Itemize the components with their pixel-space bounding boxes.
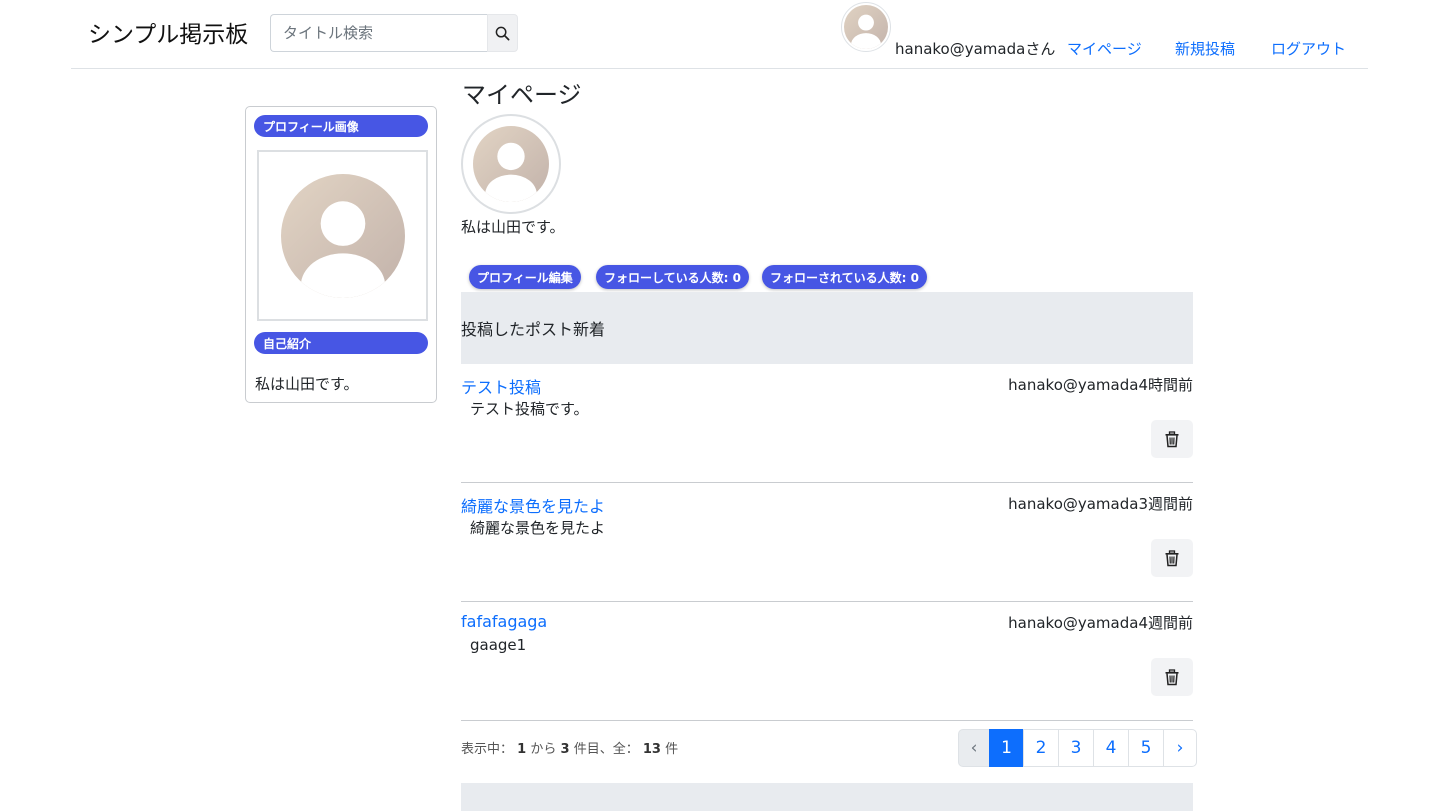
following-count-button[interactable]: フォローしている人数: 0 xyxy=(596,265,749,289)
post-body: gaage1 xyxy=(470,636,527,654)
search-input[interactable] xyxy=(270,14,488,52)
pagination-page-3[interactable]: 3 xyxy=(1058,729,1094,767)
summary-total: 13 xyxy=(642,742,661,757)
summary-from: 1 xyxy=(517,742,527,757)
pagination-summary: 表示中： 1 から 3 件目、全： 13 件 xyxy=(461,738,678,757)
edit-profile-button[interactable]: プロフィール編集 xyxy=(469,265,581,289)
pagination-page-1[interactable]: 1 xyxy=(989,729,1024,767)
profile-bio: 私は山田です。 xyxy=(461,218,565,236)
bio-label: 自己紹介 xyxy=(254,332,428,354)
search-icon xyxy=(495,26,510,40)
nav-new-post-link[interactable]: 新規投稿 xyxy=(1175,38,1235,59)
profile-avatar xyxy=(461,114,561,214)
post-title-link[interactable]: 綺麗な景色を見たよ xyxy=(461,493,605,517)
trash-icon xyxy=(1165,668,1179,685)
footer-band xyxy=(461,783,1193,811)
post-item: テスト投稿 hanako@yamada4時間前 テスト投稿です。 xyxy=(461,364,1193,483)
pagination-page-2[interactable]: 2 xyxy=(1023,729,1059,767)
followers-count-button[interactable]: フォローされている人数: 0 xyxy=(762,265,927,289)
pagination: ‹ 1 2 3 4 5 › xyxy=(958,729,1197,767)
delete-post-button[interactable] xyxy=(1151,658,1193,696)
username-label: hanako@yamadaさん xyxy=(895,40,1056,58)
post-meta: hanako@yamada3週間前 xyxy=(1008,495,1193,513)
header-avatar[interactable] xyxy=(841,2,891,52)
post-meta: hanako@yamada4時間前 xyxy=(1008,376,1193,394)
summary-total-suffix: 件 xyxy=(665,742,679,757)
pagination-next-button[interactable]: › xyxy=(1163,729,1197,767)
post-item: 綺麗な景色を見たよ hanako@yamada3週間前 綺麗な景色を見たよ xyxy=(461,483,1193,602)
post-meta: hanako@yamada4週間前 xyxy=(1008,614,1193,632)
post-title-link[interactable]: fafafagaga xyxy=(461,612,547,631)
delete-post-button[interactable] xyxy=(1151,539,1193,577)
header: シンプル掲示板 hanako@yamadaさん マ xyxy=(71,0,1368,69)
profile-card: プロフィール画像 自己紹介 私は山田です。 xyxy=(245,106,437,403)
post-body: テスト投稿です。 xyxy=(470,400,589,418)
summary-to: 3 xyxy=(560,742,570,757)
sidebar-bio: 私は山田です。 xyxy=(255,375,359,393)
post-item: fafafagaga hanako@yamada4週間前 gaage1 xyxy=(461,602,1193,721)
user-avatar-icon xyxy=(473,126,549,202)
trash-icon xyxy=(1165,549,1179,566)
user-avatar-icon xyxy=(844,5,888,49)
search-form xyxy=(270,14,518,52)
trash-icon xyxy=(1165,430,1179,447)
user-avatar-icon xyxy=(280,173,405,298)
nav-mypage-link[interactable]: マイページ xyxy=(1067,38,1142,59)
post-title-link[interactable]: テスト投稿 xyxy=(461,374,541,398)
profile-image-label: プロフィール画像 xyxy=(254,115,428,137)
post-body: 綺麗な景色を見たよ xyxy=(470,519,606,537)
profile-image xyxy=(257,150,428,321)
summary-to-suffix: 件目、全： xyxy=(573,742,639,757)
recent-posts-header: 投稿したポスト新着 xyxy=(461,292,1193,364)
pagination-page-4[interactable]: 4 xyxy=(1093,729,1129,767)
summary-prefix: 表示中： xyxy=(461,742,514,757)
search-button[interactable] xyxy=(487,14,518,52)
delete-post-button[interactable] xyxy=(1151,420,1193,458)
site-brand[interactable]: シンプル掲示板 xyxy=(88,15,248,49)
pagination-page-5[interactable]: 5 xyxy=(1128,729,1164,767)
nav-logout-link[interactable]: ログアウト xyxy=(1271,38,1346,59)
page-title: マイページ xyxy=(462,81,582,109)
pagination-prev-button[interactable]: ‹ xyxy=(958,729,990,767)
summary-from-suffix: から xyxy=(530,742,557,757)
